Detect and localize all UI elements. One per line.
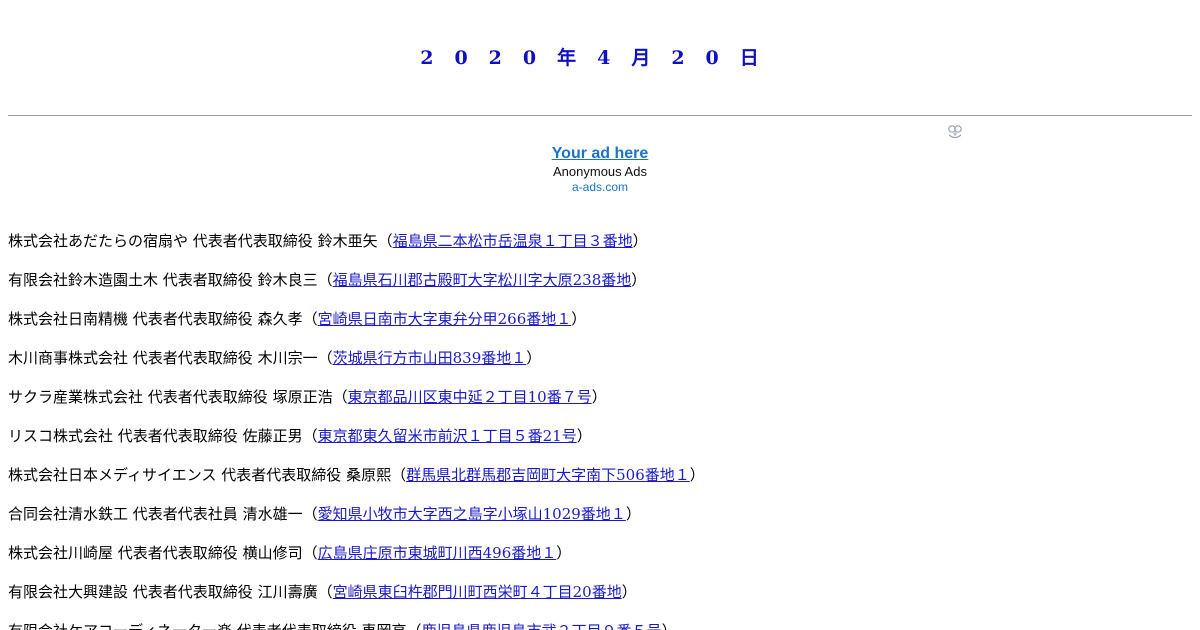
representative-role: 代表者代表取締役 [147,388,268,406]
company-name: 有限会社鈴木造園土木 [8,271,159,289]
page-title: 2020年4月20日 [420,47,780,69]
company-name: リスコ株式会社 [8,427,114,445]
company-name: サクラ産業株式会社 [8,388,144,406]
close-paren: ） [631,271,647,289]
representative-name: 桑原熙 [346,466,392,484]
representative-name: 木川宗一 [257,349,318,367]
list-item: 合同会社清水鉄工 代表者代表社員 清水雄一（愛知県小牧市大字西之島字小塚山102… [8,501,1192,540]
open-paren: （ [332,388,348,406]
representative-role: 代表者代表取締役 [132,310,253,328]
address-link[interactable]: 宮崎県日南市大字東弁分甲266番地１ [318,310,572,328]
representative-name: 江川壽廣 [257,583,318,601]
horizontal-divider [8,115,1192,116]
open-paren: （ [391,466,407,484]
company-list: 株式会社あだたらの宿扇や 代表者代表取締役 鈴木亜矢（福島県二本松市岳温泉１丁目… [8,228,1192,630]
representative-role: 代表者代表取締役 [132,583,253,601]
ad-block: Your ad here Anonymous Ads a-ads.com [450,145,750,194]
representative-role: 代表者代表社員 [132,505,238,523]
representative-name: 鈴木亜矢 [317,232,378,250]
open-paren: （ [302,427,318,445]
list-item: 有限会社鈴木造園土木 代表者取締役 鈴木良三（福島県石川郡古殿町大字松川字大原2… [8,267,1192,306]
company-name: 合同会社清水鉄工 [8,505,129,523]
representative-role: 代表者代表取締役 [192,232,313,250]
close-paren: ） [662,622,677,630]
representative-name: 森久孝 [257,310,303,328]
close-paren: ） [689,466,705,484]
address-link[interactable]: 群馬県北群馬郡吉岡町大字南下506番地１ [406,466,690,484]
list-item: 株式会社川崎屋 代表者代表取締役 横山修司（広島県庄原市東城町川西496番地１） [8,540,1192,579]
open-paren: （ [407,622,422,630]
open-paren: （ [377,232,393,250]
representative-name: 塚原正浩 [272,388,333,406]
company-name: 株式会社あだたらの宿扇や [8,232,189,250]
ad-title-link[interactable]: Your ad here [450,145,750,163]
representative-role: 代表者取締役 [162,271,253,289]
close-paren: ） [625,505,641,523]
close-paren: ） [632,232,648,250]
close-paren: ） [621,583,637,601]
ad-network-icon[interactable] [947,124,963,140]
company-name: 株式会社日南精機 [8,310,129,328]
address-link[interactable]: 愛知県小牧市大字西之島字小塚山1029番地１ [318,505,626,523]
address-link[interactable]: 広島県庄原市東城町川西496番地１ [318,544,557,562]
ad-subtitle: Anonymous Ads [553,164,647,179]
representative-role: 代表者代表取締役 [117,427,238,445]
list-item: 株式会社日本メディサイエンス 代表者代表取締役 桑原熙（群馬県北群馬郡吉岡町大字… [8,462,1192,501]
address-link[interactable]: 福島県二本松市岳温泉１丁目３番地 [393,232,633,250]
company-name: 有限会社ケアコーディネーター楽 [8,622,232,630]
representative-role: 代表者代表取締役 [132,349,253,367]
list-item: 株式会社日南精機 代表者代表取締役 森久孝（宮崎県日南市大字東弁分甲266番地１… [8,306,1192,345]
representative-role: 代表者代表取締役 [117,544,238,562]
close-paren: ） [576,427,592,445]
company-name: 株式会社川崎屋 [8,544,114,562]
representative-name: 横山修司 [242,544,303,562]
company-name: 株式会社日本メディサイエンス [8,466,217,484]
open-paren: （ [317,271,333,289]
company-name: 有限会社大興建設 [8,583,129,601]
ad-domain-link[interactable]: a-ads.com [450,180,750,194]
representative-role: 代表者代表取締役 [237,622,357,630]
address-link[interactable]: 鹿児島県鹿児島市武２丁目９番５号 [422,622,662,630]
representative-name: 恵岡亮 [362,622,407,630]
open-paren: （ [317,349,333,367]
address-link[interactable]: 東京都品川区東中延２丁目10番７号 [348,388,592,406]
address-link[interactable]: 茨城県行方市山田839番地１ [333,349,527,367]
representative-name: 佐藤正男 [242,427,303,445]
representative-role: 代表者代表取締役 [221,466,342,484]
list-item: 株式会社あだたらの宿扇や 代表者代表取締役 鈴木亜矢（福島県二本松市岳温泉１丁目… [8,228,1192,267]
list-item: 有限会社ケアコーディネーター楽 代表者代表取締役 恵岡亮（鹿児島県鹿児島市武２丁… [8,618,1192,630]
open-paren: （ [302,544,318,562]
close-paren: ） [556,544,572,562]
address-link[interactable]: 福島県石川郡古殿町大字松川字大原238番地 [333,271,632,289]
representative-name: 鈴木良三 [257,271,318,289]
open-paren: （ [317,583,333,601]
close-paren: ） [526,349,542,367]
list-item: サクラ産業株式会社 代表者代表取締役 塚原正浩（東京都品川区東中延２丁目10番７… [8,384,1192,423]
open-paren: （ [302,310,318,328]
open-paren: （ [302,505,318,523]
address-link[interactable]: 東京都東久留米市前沢１丁目５番21号 [318,427,577,445]
address-link[interactable]: 宮崎県東臼杵郡門川町西栄町４丁目20番地 [333,583,622,601]
company-name: 木川商事株式会社 [8,349,129,367]
list-item: 有限会社大興建設 代表者代表取締役 江川壽廣（宮崎県東臼杵郡門川町西栄町４丁目2… [8,579,1192,618]
close-paren: ） [591,388,607,406]
representative-name: 清水雄一 [242,505,303,523]
list-item: 木川商事株式会社 代表者代表取締役 木川宗一（茨城県行方市山田839番地１） [8,345,1192,384]
close-paren: ） [571,310,587,328]
list-item: リスコ株式会社 代表者代表取締役 佐藤正男（東京都東久留米市前沢１丁目５番21号… [8,423,1192,462]
